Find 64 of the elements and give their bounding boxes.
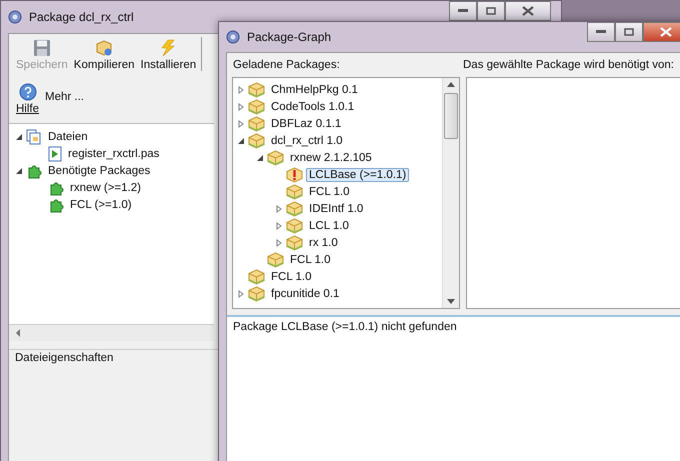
tree-item-label[interactable]: FCL 1.0: [306, 184, 352, 198]
expanded-triangle-icon[interactable]: [237, 136, 245, 144]
message-text: Package LCLBase (>=1.0.1) nicht gefunden: [233, 321, 457, 333]
tree-item-label[interactable]: IDEIntf 1.0: [306, 202, 366, 216]
vertical-scrollbar[interactable]: [442, 78, 459, 308]
required-by-label: Das gewählte Package wird benötigt von:: [463, 59, 674, 71]
maximize-button[interactable]: [615, 22, 643, 42]
collapsed-triangle-icon[interactable]: [275, 204, 283, 212]
loaded-packages-label: Geladene Packages:: [233, 59, 341, 71]
window-title: Package dcl_rx_ctrl: [29, 10, 134, 24]
box-gear-icon: [95, 39, 114, 57]
puzzle-piece-icon: [26, 162, 42, 178]
collapsed-triangle-icon[interactable]: [275, 238, 283, 246]
minimize-button[interactable]: [587, 22, 615, 42]
tree-item-label[interactable]: FCL 1.0: [287, 252, 334, 266]
tree-item-label[interactable]: LCLBase (>=1.0.1): [306, 168, 410, 182]
collapsed-triangle-icon[interactable]: [237, 86, 245, 94]
tree-item-label[interactable]: ChmHelpPkg 0.1: [268, 82, 361, 96]
minimize-icon: [458, 9, 468, 13]
help-button[interactable]: Hilfe: [13, 81, 42, 117]
tree-item-label[interactable]: LCL 1.0: [306, 218, 352, 232]
toolbar-button[interactable]: Kompilieren: [70, 37, 138, 73]
maximize-button[interactable]: [477, 1, 505, 21]
collapsed-triangle-icon[interactable]: [237, 290, 245, 298]
tree-item-label[interactable]: FCL (>=1.0): [67, 198, 135, 212]
expanded-triangle-icon[interactable]: [15, 166, 23, 174]
minimize-button[interactable]: [449, 1, 477, 21]
file-icon: [48, 146, 62, 162]
collapsed-triangle-icon[interactable]: [275, 222, 283, 230]
tree-item-label[interactable]: rxnew (>=1.2): [67, 180, 144, 194]
toolbar-button[interactable]: Installieren: [138, 37, 200, 73]
help-icon: [18, 83, 36, 101]
minimize-icon: [596, 30, 606, 34]
window-title: Package-Graph: [247, 30, 332, 44]
tree-item-label[interactable]: fpcunitide 0.1: [268, 286, 342, 300]
collapsed-triangle-icon[interactable]: [237, 102, 245, 110]
expanded-triangle-icon[interactable]: [256, 154, 264, 162]
tree-item-label[interactable]: rxnew 2.1.2.105: [287, 150, 375, 164]
tree-item-label[interactable]: dcl_rx_ctrl 1.0: [268, 134, 346, 148]
tree-item-label[interactable]: FCL 1.0: [268, 270, 314, 284]
tree-item-label[interactable]: CodeTools 1.0.1: [268, 100, 358, 114]
files-icon: [26, 128, 42, 144]
tree-item-label[interactable]: register_rxctrl.pas: [65, 146, 162, 160]
tree-item-label[interactable]: Dateien: [45, 130, 91, 144]
more-button[interactable]: Mehr ...: [42, 81, 87, 105]
close-icon: [660, 27, 672, 37]
expanded-triangle-icon[interactable]: [15, 132, 23, 140]
lightning-icon: [159, 39, 178, 57]
puzzle-piece-icon: [48, 196, 64, 212]
close-button[interactable]: [505, 1, 551, 21]
maximize-icon: [486, 7, 496, 15]
collapsed-triangle-icon[interactable]: [237, 120, 245, 128]
scroll-thumb[interactable]: [444, 93, 458, 139]
maximize-icon: [624, 28, 634, 36]
horizontal-scrollbar[interactable]: [9, 324, 214, 341]
puzzle-piece-icon: [48, 180, 64, 196]
close-icon: [522, 6, 534, 16]
tree-item-label[interactable]: Benötigte Packages: [45, 164, 154, 178]
tree-item-label[interactable]: rx 1.0: [306, 236, 341, 250]
tree-item-label[interactable]: DBFLaz 0.1.1: [268, 116, 344, 130]
close-button[interactable]: [643, 22, 680, 42]
scroll-up-icon[interactable]: [447, 82, 455, 87]
scroll-left-icon[interactable]: [15, 329, 21, 337]
scroll-down-icon[interactable]: [447, 299, 455, 304]
